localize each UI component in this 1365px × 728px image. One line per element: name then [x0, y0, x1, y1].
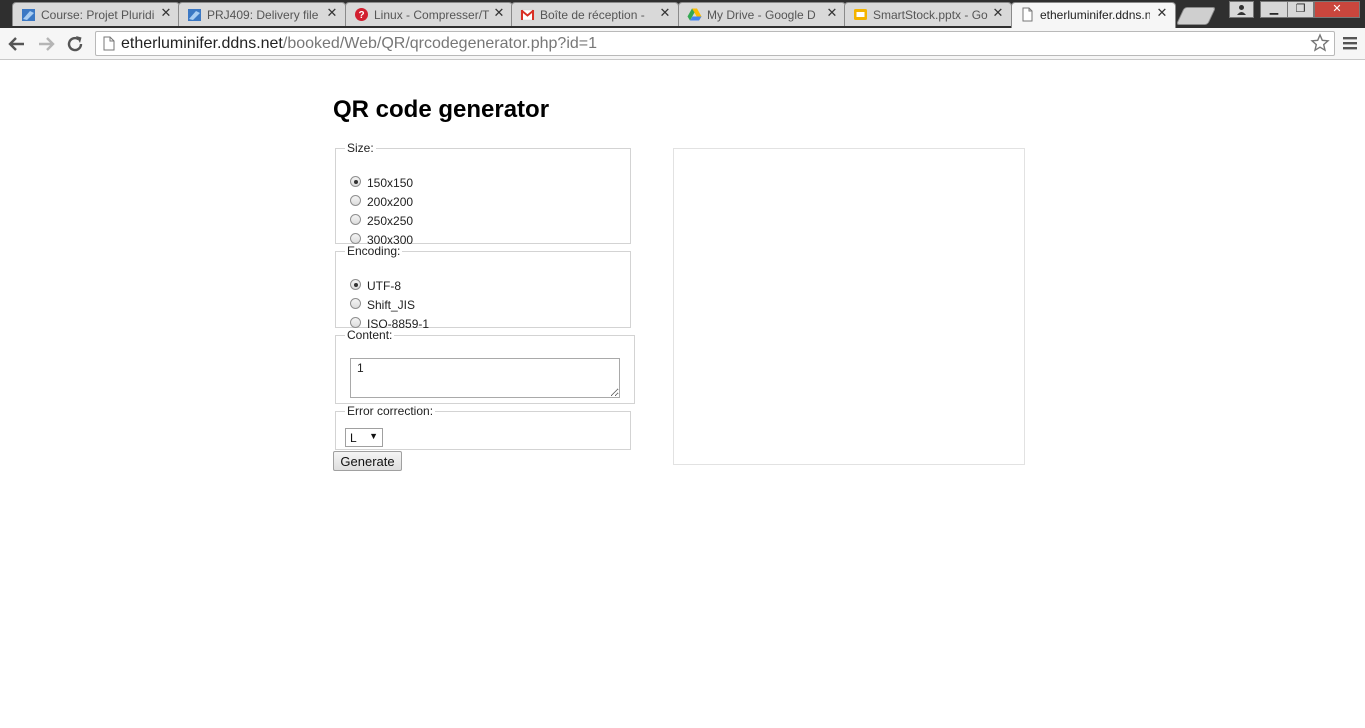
browser-toolbar: etherluminifer.ddns.net/booked/Web/QR/qr…	[0, 28, 1365, 60]
size-fieldset: Size: 150x150 200x200 250x250 300x300	[335, 141, 631, 247]
google-drive-icon	[687, 8, 702, 21]
tab-prj409-delivery[interactable]: PRJ409: Delivery file ✕	[178, 2, 346, 26]
generate-button[interactable]: Generate	[333, 451, 402, 471]
close-icon[interactable]: ✕	[492, 6, 506, 20]
tab-label: Boîte de réception -	[540, 8, 645, 22]
encoding-fieldset: Encoding: UTF-8 Shift_JIS ISO-8859-1	[335, 244, 631, 331]
tab-label: PRJ409: Delivery file	[207, 8, 319, 22]
address-bar[interactable]: etherluminifer.ddns.net/booked/Web/QR/qr…	[95, 31, 1335, 56]
encoding-label-shiftjis: Shift_JIS	[367, 298, 416, 312]
user-profile-button[interactable]	[1229, 1, 1254, 18]
tab-course-projet[interactable]: Course: Projet Pluridi ✕	[12, 2, 180, 26]
bookmark-star-icon[interactable]	[1310, 33, 1330, 53]
size-label-200: 200x200	[367, 195, 414, 209]
size-legend: Size:	[347, 141, 374, 155]
menu-icon[interactable]	[1341, 33, 1359, 53]
close-icon: ✕	[1332, 3, 1342, 15]
dropdown-arrow-icon: ▼	[369, 431, 378, 441]
size-radio-300[interactable]	[350, 233, 361, 244]
tab-linux-compresser[interactable]: ? Linux - Compresser/T ✕	[345, 2, 513, 26]
tab-label: Course: Projet Pluridi	[41, 8, 155, 22]
minimize-button[interactable]: ▁	[1260, 1, 1288, 18]
close-icon[interactable]: ✕	[325, 6, 339, 20]
new-tab-button[interactable]	[1175, 7, 1217, 25]
size-label-150: 150x150	[367, 176, 414, 190]
forward-icon[interactable]	[34, 32, 58, 56]
size-radio-150[interactable]	[350, 176, 361, 187]
close-icon[interactable]: ✕	[825, 6, 839, 20]
close-icon[interactable]: ✕	[1155, 6, 1169, 20]
close-icon[interactable]: ✕	[658, 6, 672, 20]
error-correction-fieldset: Error correction: L ▼	[335, 404, 631, 450]
content-fieldset: Content: 1	[335, 328, 635, 404]
tab-label: SmartStock.pptx - Go	[873, 8, 988, 22]
content-legend: Content:	[347, 328, 393, 342]
page-title: QR code generator	[333, 96, 550, 123]
content-textarea[interactable]: 1	[350, 358, 620, 398]
user-icon	[1237, 5, 1246, 15]
moodle-icon	[22, 9, 35, 21]
size-radio-200[interactable]	[350, 195, 361, 206]
error-correction-value: L	[350, 431, 357, 445]
error-correction-legend: Error correction:	[347, 404, 434, 418]
size-radio-250[interactable]	[350, 214, 361, 225]
encoding-radio-shiftjis[interactable]	[350, 298, 361, 309]
error-correction-select[interactable]: L ▼	[345, 428, 383, 447]
back-icon[interactable]	[5, 32, 29, 56]
tab-gmail-inbox[interactable]: Boîte de réception - ✕	[511, 2, 679, 26]
encoding-legend: Encoding:	[347, 244, 401, 258]
tab-smartstock-slides[interactable]: SmartStock.pptx - Go ✕	[844, 2, 1012, 26]
gmail-icon	[520, 9, 535, 21]
tab-label: My Drive - Google D	[707, 8, 816, 22]
tab-label: etherluminifer.ddns.n	[1040, 8, 1150, 22]
url-host: etherluminifer.ddns.net	[121, 35, 283, 52]
encoding-radio-iso88591[interactable]	[350, 317, 361, 328]
close-window-button[interactable]: ✕	[1314, 1, 1360, 18]
page-icon	[103, 36, 115, 51]
restore-icon: ❐	[1295, 3, 1306, 15]
encoding-label-utf8: UTF-8	[367, 279, 401, 293]
page-icon	[1022, 7, 1033, 22]
size-label-250: 250x250	[367, 214, 414, 228]
minimize-icon: ▁	[1269, 3, 1279, 15]
tab-label: Linux - Compresser/T	[374, 8, 490, 22]
svg-text:?: ?	[358, 10, 364, 21]
qr-code-output-area	[673, 148, 1025, 465]
maximize-button[interactable]: ❐	[1287, 1, 1314, 18]
site-icon: ?	[355, 8, 368, 21]
close-icon[interactable]: ✕	[991, 6, 1005, 20]
url-path: /booked/Web/QR/qrcodegenerator.php?id=1	[282, 35, 598, 52]
tab-strip: Course: Projet Pluridi ✕ PRJ409: Deliver…	[0, 0, 1365, 28]
google-slides-icon	[854, 9, 867, 20]
reload-icon[interactable]	[63, 32, 87, 56]
close-icon[interactable]: ✕	[159, 6, 173, 20]
tab-google-drive[interactable]: My Drive - Google D ✕	[678, 2, 846, 26]
encoding-radio-utf8[interactable]	[350, 279, 361, 290]
moodle-icon	[188, 9, 201, 21]
url-text[interactable]: etherluminifer.ddns.net/booked/Web/QR/qr…	[121, 35, 597, 53]
tab-etherluminifer-active[interactable]: etherluminifer.ddns.n ✕	[1011, 2, 1176, 28]
